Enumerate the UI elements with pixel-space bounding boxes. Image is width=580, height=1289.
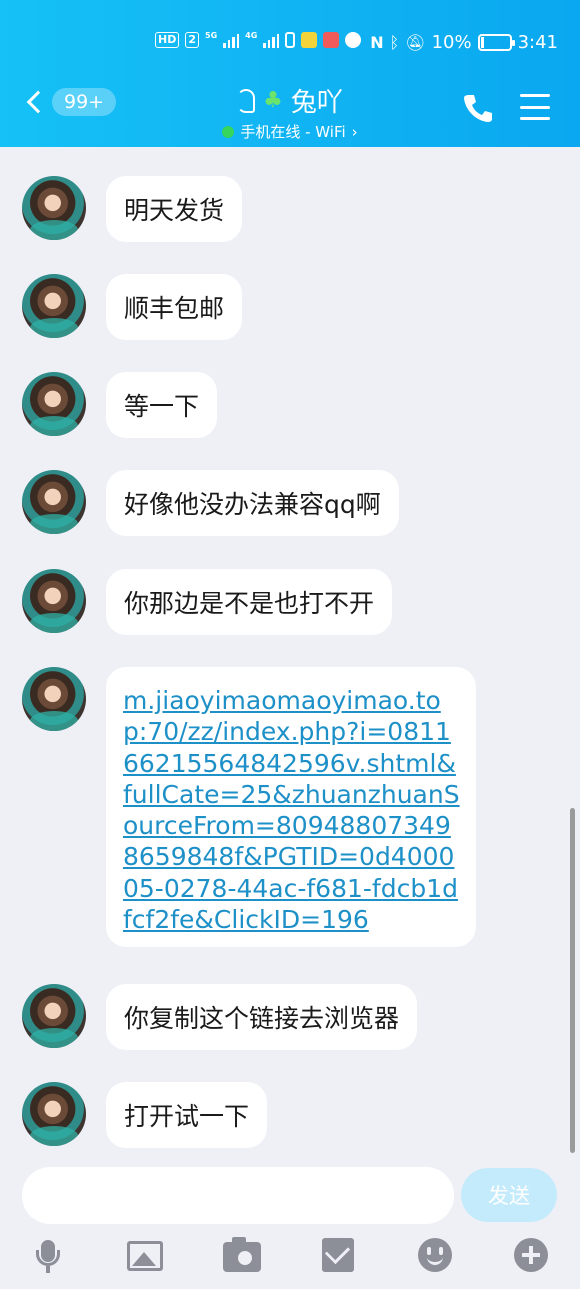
online-status-dot	[222, 125, 235, 138]
menu-line	[520, 117, 550, 120]
avatar[interactable]	[22, 176, 86, 240]
mute-bell-icon: 🔕︎	[405, 33, 426, 52]
nfc-icon: N	[370, 33, 384, 52]
contact-name: 兔吖	[290, 88, 343, 118]
microphone-icon[interactable]	[30, 1238, 66, 1274]
sprout-icon: ♣	[263, 88, 283, 113]
red-packet-icon[interactable]	[322, 1238, 354, 1272]
status-bar: HD 2 5G 4G N ᛒ 🔕︎ 10% 3:41	[0, 28, 580, 60]
send-button[interactable]: 发送	[461, 1168, 557, 1222]
sim-badge: 2	[185, 32, 199, 48]
battery-icon	[477, 34, 515, 51]
bluetooth-icon: ᛒ	[389, 33, 400, 52]
scrollbar[interactable]	[570, 808, 575, 1153]
chevron-right-icon: ›	[351, 122, 358, 141]
network-type-label: 5G	[205, 31, 218, 40]
app-notification-icon-2	[323, 32, 340, 48]
message-row: 你那边是不是也打不开	[22, 569, 393, 635]
avatar[interactable]	[22, 372, 86, 436]
chat-header: HD 2 5G 4G N ᛒ 🔕︎ 10% 3:41 99+ ♣ 兔吖 手机在线…	[0, 0, 580, 147]
app-notification-icon	[301, 32, 318, 48]
network-type-label-2: 4G	[245, 31, 258, 40]
status-bar-right: N ᛒ 🔕︎ 10% 3:41	[370, 32, 558, 53]
avatar[interactable]	[22, 274, 86, 338]
message-bubble[interactable]: 明天发货	[106, 176, 243, 242]
image-icon[interactable]	[127, 1241, 163, 1271]
message-bubble[interactable]: 你那边是不是也打不开	[106, 569, 393, 635]
ear-icon	[237, 88, 256, 113]
emoji-icon[interactable]	[418, 1238, 452, 1272]
plus-icon[interactable]	[514, 1238, 548, 1272]
message-row: 你复制这个链接去浏览器	[22, 984, 418, 1050]
message-bubble[interactable]: 打开试一下	[106, 1082, 268, 1148]
avatar[interactable]	[22, 569, 86, 633]
wechat-icon	[345, 32, 362, 48]
message-row: m.jiaoyimaomaoyimao.top:70/zz/index.php?…	[22, 667, 476, 948]
nav-bar: 99+ ♣ 兔吖 手机在线 - WiFi ›	[0, 80, 580, 142]
voice-call-button[interactable]	[462, 92, 494, 124]
avatar[interactable]	[22, 667, 86, 731]
more-menu-button[interactable]	[520, 94, 550, 120]
avatar[interactable]	[22, 984, 86, 1048]
message-input[interactable]	[22, 1167, 454, 1224]
message-link[interactable]: m.jiaoyimaomaoyimao.top:70/zz/index.php?…	[123, 686, 460, 934]
message-bubble[interactable]: 顺丰包邮	[106, 274, 243, 340]
message-row: 打开试一下	[22, 1082, 268, 1148]
avatar[interactable]	[22, 1082, 86, 1146]
message-row: 明天发货	[22, 176, 243, 242]
message-bubble[interactable]: 等一下	[106, 372, 218, 438]
chat-toolbar	[0, 1234, 580, 1280]
back-chevron-icon	[26, 90, 50, 114]
phone-icon	[464, 95, 492, 122]
message-bubble[interactable]: 你复制这个链接去浏览器	[106, 984, 418, 1050]
back-button[interactable]: 99+	[24, 88, 117, 116]
phone-status-icon	[285, 32, 296, 48]
message-bubble[interactable]: 好像他没办法兼容qq啊	[106, 470, 399, 536]
status-bar-left: HD 2 5G 4G	[155, 31, 362, 48]
hd-badge: HD	[155, 32, 180, 48]
contact-title[interactable]: ♣ 兔吖 手机在线 - WiFi ›	[190, 82, 390, 142]
menu-line	[520, 94, 550, 97]
message-row: 好像他没办法兼容qq啊	[22, 470, 399, 536]
message-row: 顺丰包邮	[22, 274, 243, 340]
avatar[interactable]	[22, 470, 86, 534]
link-message-bubble: m.jiaoyimaomaoyimao.top:70/zz/index.php?…	[106, 667, 476, 948]
menu-line	[520, 105, 550, 109]
battery-percent: 10%	[431, 32, 472, 53]
camera-icon[interactable]	[223, 1237, 261, 1272]
message-row: 等一下	[22, 372, 218, 438]
online-status-text: 手机在线 - WiFi	[240, 123, 346, 141]
signal-strength-icon-2	[263, 32, 280, 48]
unread-count-badge: 99+	[52, 88, 117, 116]
clock: 3:41	[517, 32, 558, 53]
signal-strength-icon	[223, 32, 240, 48]
